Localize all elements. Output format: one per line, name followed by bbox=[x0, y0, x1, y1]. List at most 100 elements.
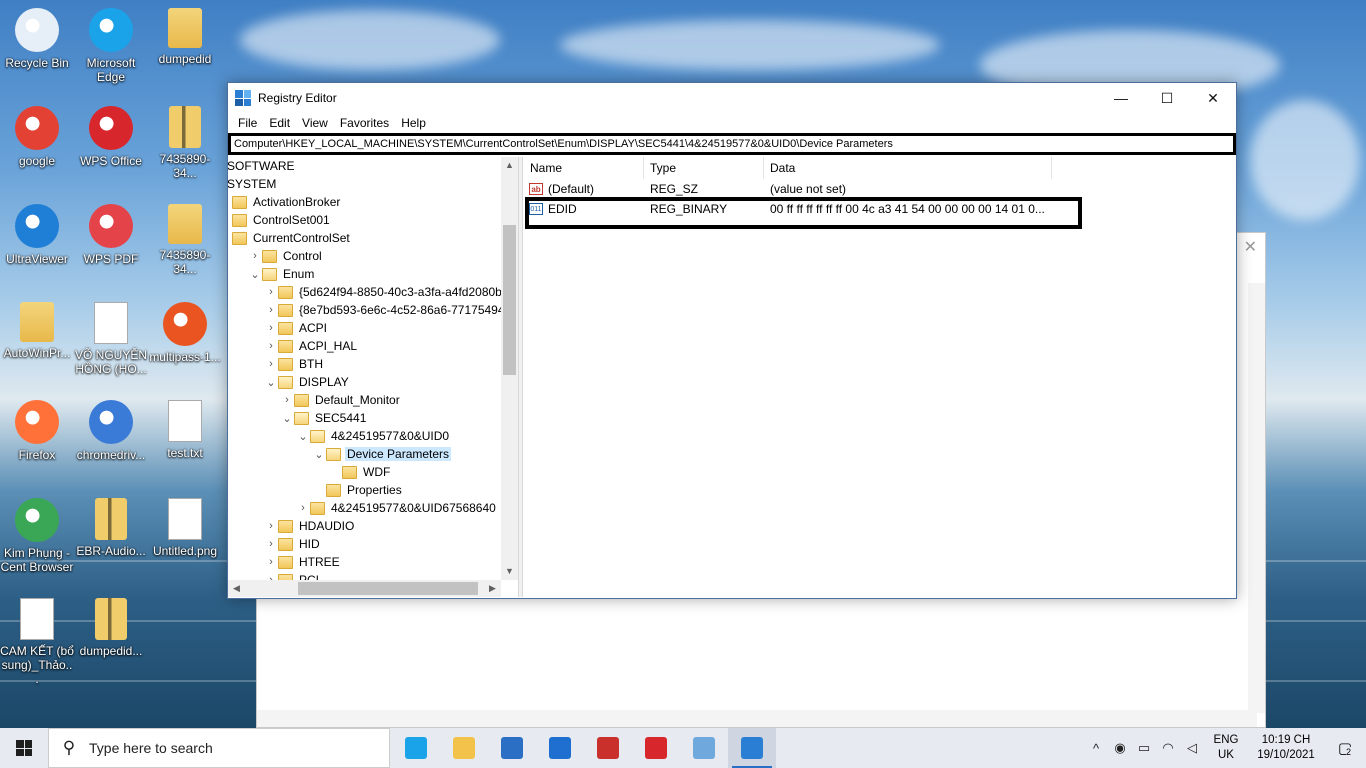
desktop-icon[interactable]: WPS Office bbox=[74, 106, 148, 168]
minimize-button[interactable]: — bbox=[1098, 83, 1144, 113]
desktop-icon[interactable]: AutoWinPr... bbox=[0, 302, 74, 360]
tree-node[interactable]: › {8e7bd593-6e6c-4c52-86a6-77175494dd8e} bbox=[264, 301, 501, 319]
desktop-icon[interactable]: Untitled.png bbox=[148, 498, 222, 558]
tree-node[interactable]: › BTH bbox=[264, 355, 325, 373]
taskbar-app-mail[interactable] bbox=[536, 728, 584, 768]
desktop-icon[interactable]: 7435890-34... bbox=[148, 204, 222, 276]
scroll-left-icon[interactable]: ◀ bbox=[228, 580, 245, 597]
key-tree[interactable]: SOFTWARE SYSTEM ActivationBroker ControlSet… bbox=[228, 157, 501, 580]
chevron-right-icon[interactable]: › bbox=[248, 247, 262, 265]
tree-node[interactable]: › Control bbox=[248, 247, 324, 265]
chevron-down-icon[interactable]: ⌄ bbox=[312, 445, 326, 463]
chevron-right-icon[interactable]: › bbox=[296, 499, 310, 517]
tree-vertical-scrollbar[interactable]: ▲ ▼ bbox=[501, 157, 518, 580]
desktop-icon[interactable]: dumpedid... bbox=[74, 598, 148, 658]
vertical-scrollbar[interactable] bbox=[1248, 283, 1265, 713]
chevron-down-icon[interactable]: ⌄ bbox=[264, 373, 278, 391]
taskbar-search-box[interactable]: ⚲ Type here to search bbox=[48, 728, 390, 768]
tree-node[interactable]: ControlSet001 bbox=[232, 211, 332, 229]
tree-node[interactable]: ⌄ SEC5441 bbox=[280, 409, 368, 427]
notification-center-button[interactable]: ▢ 2 bbox=[1324, 739, 1366, 757]
chevron-down-icon[interactable]: ⌄ bbox=[248, 265, 262, 283]
scroll-thumb[interactable] bbox=[503, 225, 516, 375]
tree-node[interactable]: SOFTWARE bbox=[228, 157, 297, 175]
maximize-button[interactable]: ☐ bbox=[1144, 83, 1190, 113]
horizontal-scrollbar[interactable] bbox=[257, 710, 1257, 727]
title-bar[interactable]: Registry Editor — ☐ ✕ bbox=[228, 83, 1236, 113]
menu-edit[interactable]: Edit bbox=[263, 116, 296, 130]
meet-now-icon[interactable]: ◉ bbox=[1108, 740, 1132, 756]
tree-node[interactable]: › HDAUDIO bbox=[264, 517, 356, 535]
desktop-icon[interactable]: google bbox=[0, 106, 74, 168]
tree-node[interactable]: › HTREE bbox=[264, 553, 342, 571]
menu-favorites[interactable]: Favorites bbox=[334, 116, 395, 130]
column-header-data[interactable]: Data bbox=[764, 157, 1052, 179]
chevron-right-icon[interactable]: › bbox=[264, 553, 278, 571]
chevron-down-icon[interactable]: ⌄ bbox=[296, 427, 310, 445]
menu-view[interactable]: View bbox=[296, 116, 334, 130]
scroll-right-icon[interactable]: ▶ bbox=[484, 580, 501, 597]
tree-node[interactable]: ActivationBroker bbox=[232, 193, 342, 211]
tree-node[interactable]: › PCI bbox=[264, 571, 321, 580]
chevron-right-icon[interactable]: › bbox=[264, 517, 278, 535]
taskbar-app-file-explorer[interactable] bbox=[440, 728, 488, 768]
tree-node[interactable]: › ACPI_HAL bbox=[264, 337, 359, 355]
desktop-icon[interactable]: Microsoft Edge bbox=[74, 8, 148, 84]
battery-icon[interactable]: ▭ bbox=[1132, 740, 1156, 756]
tree-node[interactable]: › Default_Monitor bbox=[280, 391, 402, 409]
taskbar-app-registry-editor[interactable] bbox=[728, 728, 776, 768]
desktop-icon[interactable]: dumpedid bbox=[148, 8, 222, 66]
chevron-right-icon[interactable]: › bbox=[264, 319, 278, 337]
tree-node[interactable]: › 4&24519577&0&UID67568640 bbox=[296, 499, 498, 517]
desktop-icon[interactable]: multipass-1... bbox=[148, 302, 222, 364]
chevron-right-icon[interactable]: › bbox=[264, 535, 278, 553]
desktop-icon[interactable]: EBR-Audio... bbox=[74, 498, 148, 558]
desktop-icon[interactable]: UltraViewer bbox=[0, 204, 74, 266]
scroll-thumb[interactable] bbox=[298, 582, 478, 595]
tree-node[interactable]: ⌄ Enum bbox=[248, 265, 316, 283]
desktop-icon[interactable]: Recycle Bin bbox=[0, 8, 74, 70]
value-row-default[interactable]: ab (Default) REG_SZ (value not set) bbox=[524, 179, 1052, 199]
tree-node[interactable]: › HID bbox=[264, 535, 322, 553]
tree-node[interactable]: ⌄ DISPLAY bbox=[264, 373, 351, 391]
chevron-right-icon[interactable]: › bbox=[280, 391, 294, 409]
taskbar-app-wps-office[interactable] bbox=[632, 728, 680, 768]
menu-help[interactable]: Help bbox=[395, 116, 432, 130]
start-button[interactable] bbox=[0, 728, 48, 768]
taskbar-app-notepad[interactable] bbox=[680, 728, 728, 768]
menu-file[interactable]: File bbox=[232, 116, 263, 130]
chevron-right-icon[interactable]: › bbox=[264, 571, 278, 580]
language-indicator[interactable]: ENG UK bbox=[1204, 733, 1248, 763]
tree-node[interactable]: ⌄ Device Parameters bbox=[312, 445, 452, 463]
column-header-name[interactable]: Name bbox=[524, 157, 644, 179]
tree-node[interactable]: ⌄ 4&24519577&0&UID0 bbox=[296, 427, 451, 445]
tree-node[interactable]: SYSTEM bbox=[228, 175, 278, 193]
close-icon[interactable]: ✕ bbox=[1244, 237, 1257, 257]
taskbar-app-snipping[interactable] bbox=[584, 728, 632, 768]
desktop-icon[interactable]: Firefox bbox=[0, 400, 74, 462]
tree-node[interactable]: Properties bbox=[312, 481, 404, 499]
pane-splitter[interactable] bbox=[518, 157, 523, 597]
desktop-icon[interactable]: WPS PDF bbox=[74, 204, 148, 266]
chevron-up-icon[interactable]: ^ bbox=[1084, 741, 1108, 756]
desktop-icon[interactable]: chromedriv... bbox=[74, 400, 148, 462]
desktop-icon[interactable]: test.txt bbox=[148, 400, 222, 460]
tree-node[interactable]: › ACPI bbox=[264, 319, 329, 337]
close-button[interactable]: ✕ bbox=[1190, 83, 1236, 113]
chevron-down-icon[interactable]: ⌄ bbox=[280, 409, 294, 427]
scroll-up-icon[interactable]: ▲ bbox=[501, 157, 518, 174]
chevron-right-icon[interactable]: › bbox=[264, 337, 278, 355]
tree-node[interactable]: › {5d624f94-8850-40c3-a3fa-a4fd2080baf3} bbox=[264, 283, 501, 301]
desktop-icon[interactable]: 7435890-34... bbox=[148, 106, 222, 180]
tree-node[interactable]: WDF bbox=[328, 463, 392, 481]
column-header-type[interactable]: Type bbox=[644, 157, 764, 179]
volume-icon[interactable]: ◁ bbox=[1180, 740, 1204, 756]
desktop-icon[interactable]: CAM KẾT (bổ sung)_Thảo... bbox=[0, 598, 74, 686]
chevron-right-icon[interactable]: › bbox=[264, 355, 278, 373]
clock[interactable]: 10:19 CH 19/10/2021 bbox=[1248, 733, 1324, 763]
desktop-icon[interactable]: VÕ NGUYỄN HỒNG (HO... bbox=[74, 302, 148, 376]
wifi-icon[interactable]: ◠ bbox=[1156, 740, 1180, 756]
tree-node[interactable]: CurrentControlSet bbox=[232, 229, 352, 247]
desktop-icon[interactable]: Kim Phụng - Cent Browser bbox=[0, 498, 74, 574]
chevron-right-icon[interactable]: › bbox=[264, 301, 278, 319]
